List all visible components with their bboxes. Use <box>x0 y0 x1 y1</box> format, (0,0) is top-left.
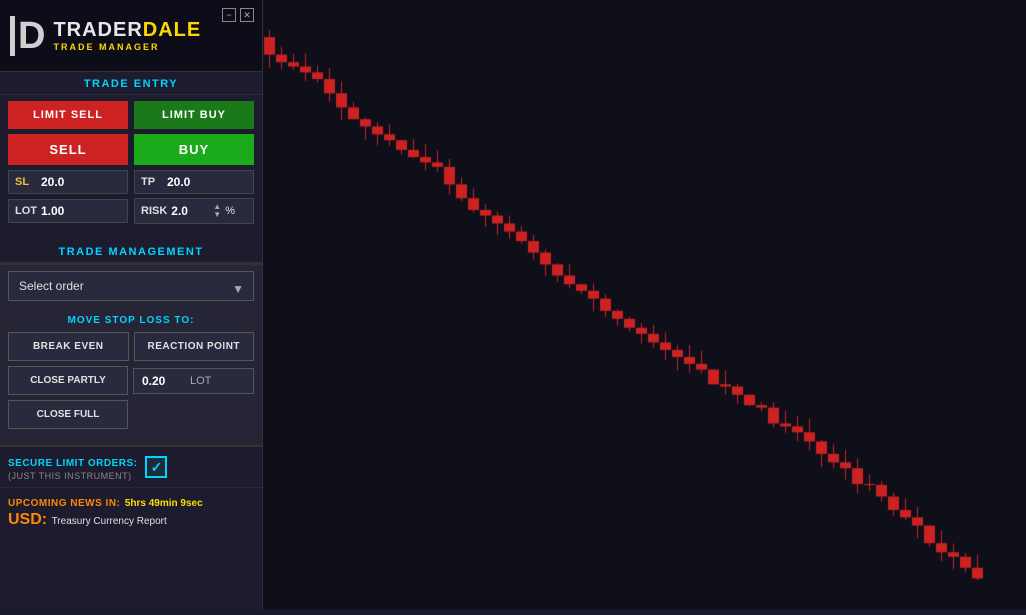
left-panel: D TRADER DALE TRADE MANAGER − ✕ TRADE EN… <box>0 0 263 610</box>
secure-label-group: SECURE LIMIT ORDERS: (JUST THIS INSTRUME… <box>8 453 137 481</box>
logo-icon-group: D <box>10 16 45 56</box>
close-full-button[interactable]: CLOSE FULL <box>8 400 128 429</box>
reaction-point-button[interactable]: REACTION POINT <box>134 332 255 361</box>
close-partly-row: CLOSE PARTLY LOT <box>8 366 254 395</box>
secure-orders-section: SECURE LIMIT ORDERS: (JUST THIS INSTRUME… <box>0 445 262 487</box>
buy-button[interactable]: BUY <box>134 134 254 165</box>
window-controls: − ✕ <box>222 8 254 22</box>
logo-area: D TRADER DALE TRADE MANAGER − ✕ <box>0 0 262 72</box>
close-lot-input[interactable] <box>142 374 182 388</box>
risk-label: RISK <box>141 205 167 217</box>
select-order-dropdown[interactable]: Select order <box>8 271 254 301</box>
move-stop-label: MOVE STOP LOSS TO: <box>8 315 254 326</box>
market-buttons-row: SELL BUY <box>8 134 254 165</box>
news-area: UPCOMING NEWS IN: 5hrs 49min 9sec USD: T… <box>0 487 262 534</box>
risk-field: RISK ▲ ▼ % <box>134 198 254 224</box>
news-timer-row: UPCOMING NEWS IN: 5hrs 49min 9sec <box>8 493 254 511</box>
risk-down-arrow[interactable]: ▼ <box>213 211 221 219</box>
pct-label: % <box>225 205 235 217</box>
close-button[interactable]: ✕ <box>240 8 254 22</box>
secure-checkbox[interactable]: ✓ <box>145 456 167 478</box>
logo-dale: DALE <box>143 19 201 41</box>
chart-area <box>263 0 1026 610</box>
sl-label: SL <box>15 176 37 188</box>
trade-entry-section: LIMIT SELL LIMIT BUY SELL BUY SL TP LOT … <box>0 95 262 236</box>
lot-label: LOT <box>15 205 37 217</box>
secure-sublabel: (JUST THIS INSTRUMENT) <box>8 471 137 481</box>
break-even-button[interactable]: BREAK EVEN <box>8 332 129 361</box>
upcoming-label: UPCOMING NEWS IN: <box>8 498 120 509</box>
tp-label: TP <box>141 176 163 188</box>
tp-field: TP <box>134 170 254 194</box>
logo-subtitle: TRADE MANAGER <box>53 42 201 52</box>
trade-management-header: TRADE MANAGEMENT <box>0 240 262 263</box>
minimize-button[interactable]: − <box>222 8 236 22</box>
logo-text: TRADER DALE TRADE MANAGER <box>53 19 201 52</box>
limit-buttons-row: LIMIT SELL LIMIT BUY <box>8 101 254 129</box>
checkbox-check-icon: ✓ <box>151 459 163 476</box>
news-timer: 5hrs 49min 9sec <box>125 498 203 509</box>
lot-field: LOT <box>8 199 128 223</box>
sl-input[interactable] <box>41 175 101 189</box>
sl-tp-row: SL TP <box>8 170 254 194</box>
logo-t-bar <box>10 16 15 56</box>
close-lot-group: LOT <box>133 368 254 394</box>
logo-d: D <box>18 17 45 55</box>
lot-input[interactable] <box>41 204 101 218</box>
news-desc-row: USD: Treasury Currency Report <box>8 511 254 529</box>
close-partly-button[interactable]: CLOSE PARTLY <box>8 366 128 395</box>
lot-risk-row: LOT RISK ▲ ▼ % <box>8 198 254 224</box>
trade-management-section: Select order ▼ MOVE STOP LOSS TO: BREAK … <box>0 263 262 445</box>
secure-label: SECURE LIMIT ORDERS: (JUST THIS INSTRUME… <box>8 458 137 481</box>
news-currency-desc: Treasury Currency Report <box>52 516 167 527</box>
close-lot-label: LOT <box>190 375 211 387</box>
news-currency-label: USD: <box>8 511 47 528</box>
sl-field: SL <box>8 170 128 194</box>
limit-sell-button[interactable]: LIMIT SELL <box>8 101 128 129</box>
risk-spinner-group: ▲ ▼ <box>213 203 221 219</box>
risk-input[interactable] <box>171 204 211 218</box>
select-order-wrapper: Select order ▼ <box>8 271 254 307</box>
trade-entry-header: TRADE ENTRY <box>0 72 262 95</box>
limit-buy-button[interactable]: LIMIT BUY <box>134 101 254 129</box>
price-chart <box>263 0 1026 610</box>
sell-button[interactable]: SELL <box>8 134 128 165</box>
tp-input[interactable] <box>167 175 227 189</box>
stop-loss-buttons-row: BREAK EVEN REACTION POINT <box>8 332 254 361</box>
logo-trader: TRADER <box>53 19 142 41</box>
